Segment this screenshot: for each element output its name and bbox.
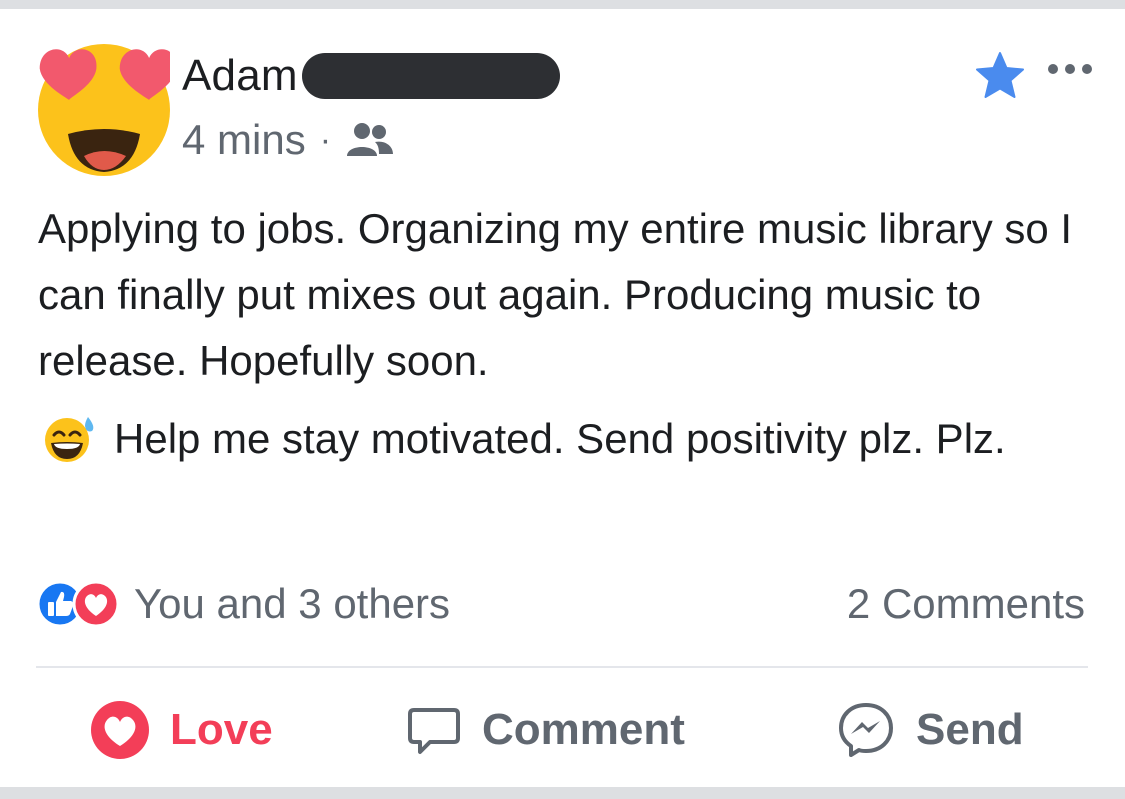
post-meta: 4 mins · [182,116,395,164]
grinning-sweat-emoji-icon [45,417,94,462]
reactions-text: You and 3 others [134,580,451,627]
comment-icon [408,708,460,754]
love-button[interactable]: Love [90,700,273,760]
reactions-summary[interactable]: You and 3 others [36,578,450,630]
love-icon [91,701,149,759]
post-body-paragraph-1: Applying to jobs. Organizing my entire m… [38,205,1073,384]
love-label: Love [170,705,273,754]
post-body-text-2: Help me stay motivated. Send positivity … [114,415,1006,462]
send-label: Send [916,705,1024,754]
comment-label: Comment [482,705,685,754]
meta-separator: · [319,120,332,159]
post-body-paragraph-2: Help me stay motivated. Send positivity … [38,406,1098,472]
avatar[interactable] [34,38,177,178]
heart-eyes-emoji-icon [38,44,177,176]
comment-button[interactable]: Comment [406,700,685,760]
messenger-icon [839,703,893,757]
top-separator [0,0,1125,9]
more-options-icon[interactable] [1045,62,1095,76]
friends-icon[interactable] [345,120,395,160]
author-row: Adam [182,50,560,102]
send-button[interactable]: Send [836,700,1024,760]
redacted-surname [301,53,560,99]
bottom-separator [0,787,1125,799]
author-name[interactable]: Adam [182,51,298,101]
post-body: Applying to jobs. Organizing my entire m… [38,196,1098,472]
star-icon[interactable] [974,50,1026,100]
post-timestamp[interactable]: 4 mins [182,116,306,164]
actions-divider [36,666,1088,668]
comments-count[interactable]: 2 Comments [847,578,1085,630]
love-reaction-icon [72,580,120,628]
